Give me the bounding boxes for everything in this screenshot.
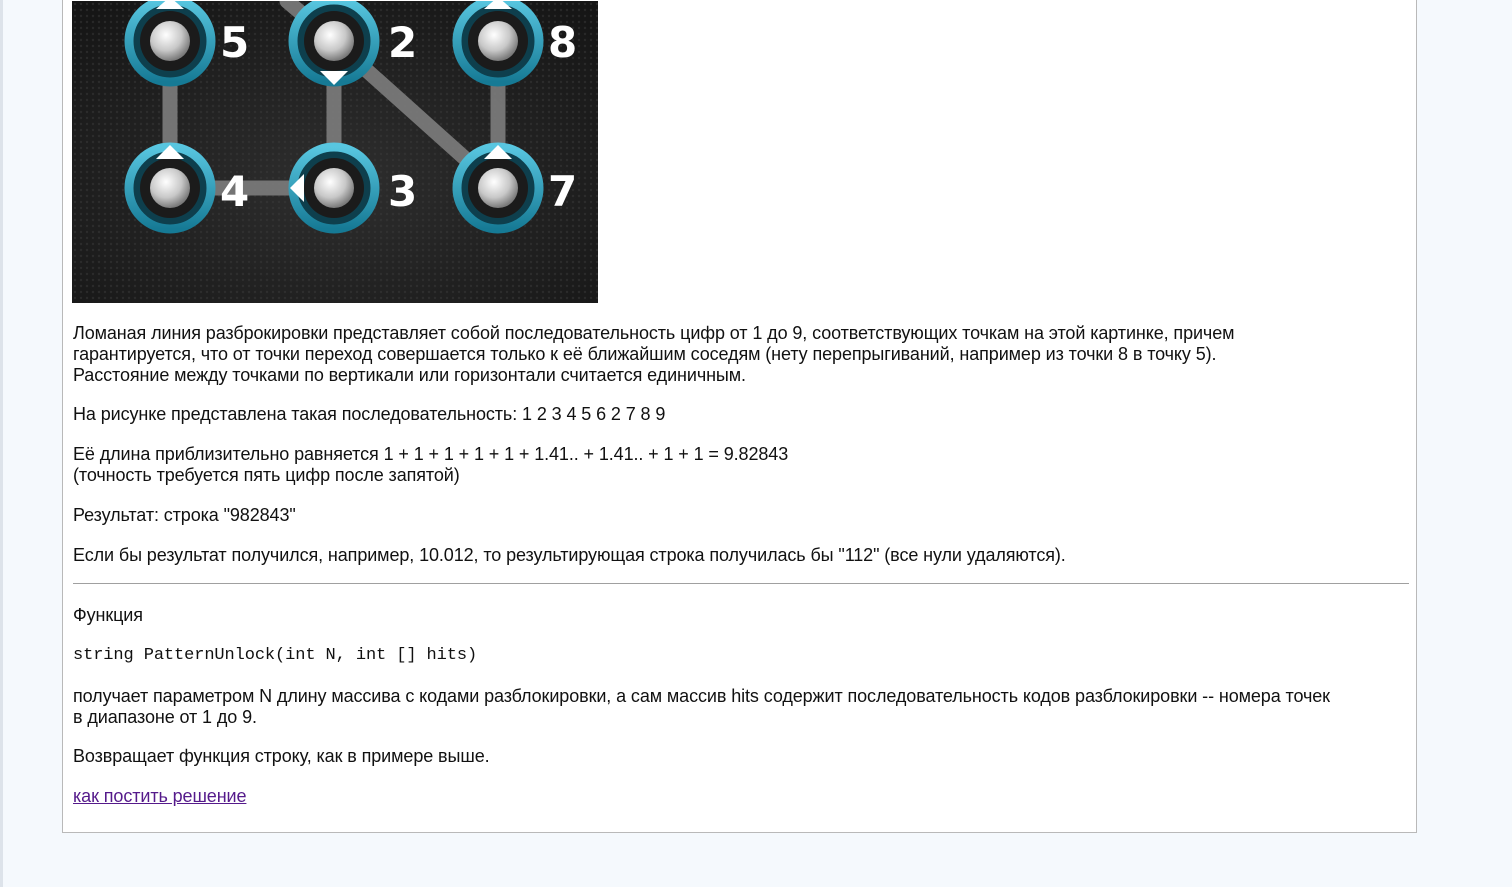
description-paragraph: Ломаная линия разброкировки представляет… [73, 323, 1413, 386]
pattern-unlock-image: 5 2 8 4 3 7 [72, 1, 598, 303]
description-line: гарантируется, что от точки переход сове… [73, 344, 1217, 364]
description-line: Расстояние между точками по вертикали ил… [73, 365, 746, 385]
how-to-post-solution-link[interactable]: как постить решение [73, 786, 247, 806]
sequence-paragraph: На рисунке представлена такая последоват… [73, 404, 666, 424]
description-line: Ломаная линия разброкировки представляет… [73, 323, 1235, 343]
example-paragraph: Если бы результат получился, например, 1… [73, 545, 1066, 565]
length-line: Её длина приблизительно равняется 1 + 1 … [73, 444, 789, 464]
solution-link-row: как постить решение [73, 786, 1413, 807]
params-line: в диапазоне от 1 до 9. [73, 707, 257, 727]
dot-label: 8 [548, 18, 577, 67]
params-paragraph: получает параметром N длину массива с ко… [73, 686, 1413, 728]
length-paragraph: Её длина приблизительно равняется 1 + 1 … [73, 444, 1413, 486]
dot-label: 7 [548, 167, 577, 216]
result-paragraph: Результат: строка "982843" [73, 505, 296, 525]
params-line: получает параметром N длину массива с ко… [73, 686, 1330, 706]
dot-label: 2 [388, 18, 417, 67]
return-paragraph: Возвращает функция строку, как в примере… [73, 746, 490, 766]
content-panel: 5 2 8 4 3 7 Ломаная линия разброкировки … [62, 0, 1417, 833]
horizontal-divider [73, 583, 1409, 584]
function-signature: string PatternUnlock(int N, int [] hits) [73, 646, 478, 665]
function-heading: Функция [73, 605, 143, 625]
dot-label: 5 [220, 18, 249, 67]
dot-label: 4 [220, 167, 249, 216]
precision-note: (точность требуется пять цифр после запя… [73, 465, 460, 485]
dot-label: 3 [388, 167, 417, 216]
left-edge-strip [0, 0, 3, 887]
